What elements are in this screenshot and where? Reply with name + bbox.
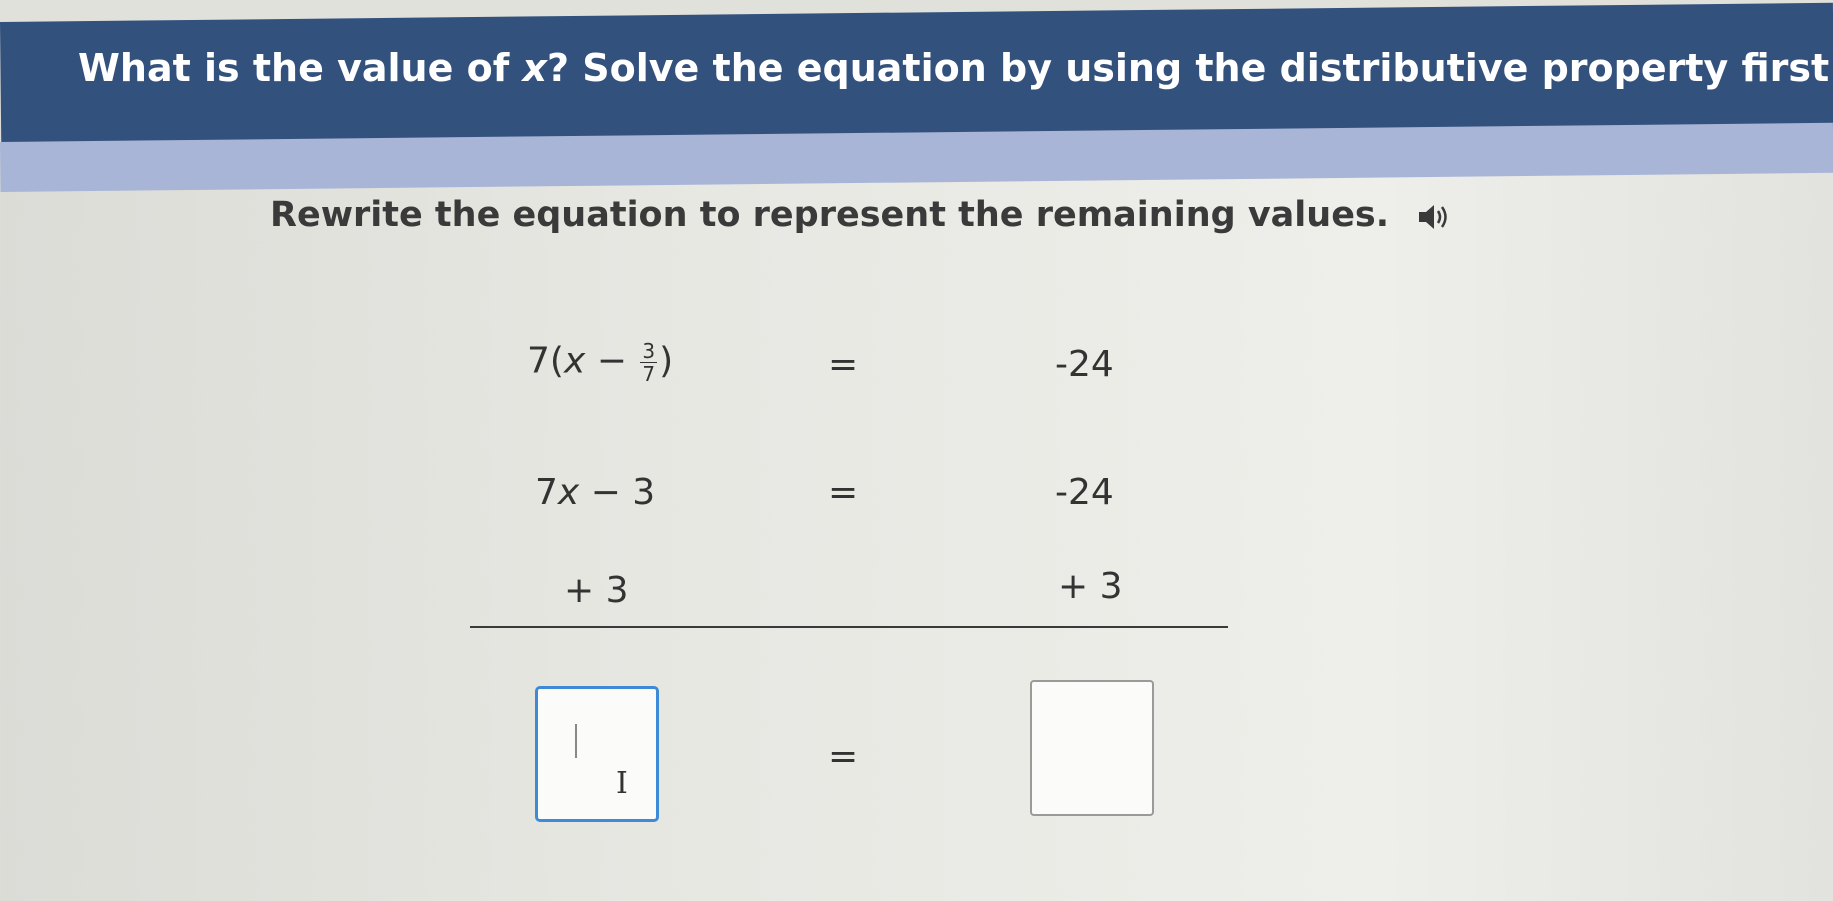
fraction-numerator: 3 xyxy=(640,339,658,363)
fraction: 37 xyxy=(640,339,658,386)
question-variable: x xyxy=(522,46,547,90)
equation-row1-left: 7(x − 3 7) xyxy=(527,340,673,385)
text-cursor-icon: I xyxy=(616,766,628,801)
row2-right: -24 xyxy=(1055,472,1114,513)
row1-coef: 7( xyxy=(527,340,564,382)
row3-right-addend: + 3 xyxy=(1058,566,1123,607)
row2-equals: = xyxy=(828,472,859,513)
row1-equals: = xyxy=(828,344,859,385)
row1-right: -24 xyxy=(1055,344,1114,385)
instruction-label: Rewrite the equation to represent the re… xyxy=(270,195,1390,235)
row1-minus: − xyxy=(585,340,639,382)
question-text: What is the value of x? Solve the equati… xyxy=(78,46,1833,90)
row3-left-addend: + 3 xyxy=(564,570,629,611)
left-answer-input[interactable] xyxy=(535,686,659,822)
row4-equals: = xyxy=(828,736,859,777)
instruction-text: Rewrite the equation to represent the re… xyxy=(270,195,1451,235)
row1-var: x xyxy=(563,340,586,382)
equation-divider-line xyxy=(470,626,1228,628)
right-answer-input[interactable] xyxy=(1030,680,1154,816)
question-suffix: ? Solve the equation by using the distri… xyxy=(546,46,1833,90)
row2-coef: 7 xyxy=(535,472,558,513)
row2-var: x xyxy=(557,472,580,513)
text-caret xyxy=(575,724,577,758)
row2-rest: − 3 xyxy=(579,472,656,513)
fraction-denominator: 7 xyxy=(642,362,656,386)
speaker-icon[interactable] xyxy=(1417,201,1451,231)
equation-row2-left: 7x − 3 xyxy=(535,472,655,513)
row1-close: ) xyxy=(659,340,674,382)
question-prefix: What is the value of xyxy=(78,46,523,90)
